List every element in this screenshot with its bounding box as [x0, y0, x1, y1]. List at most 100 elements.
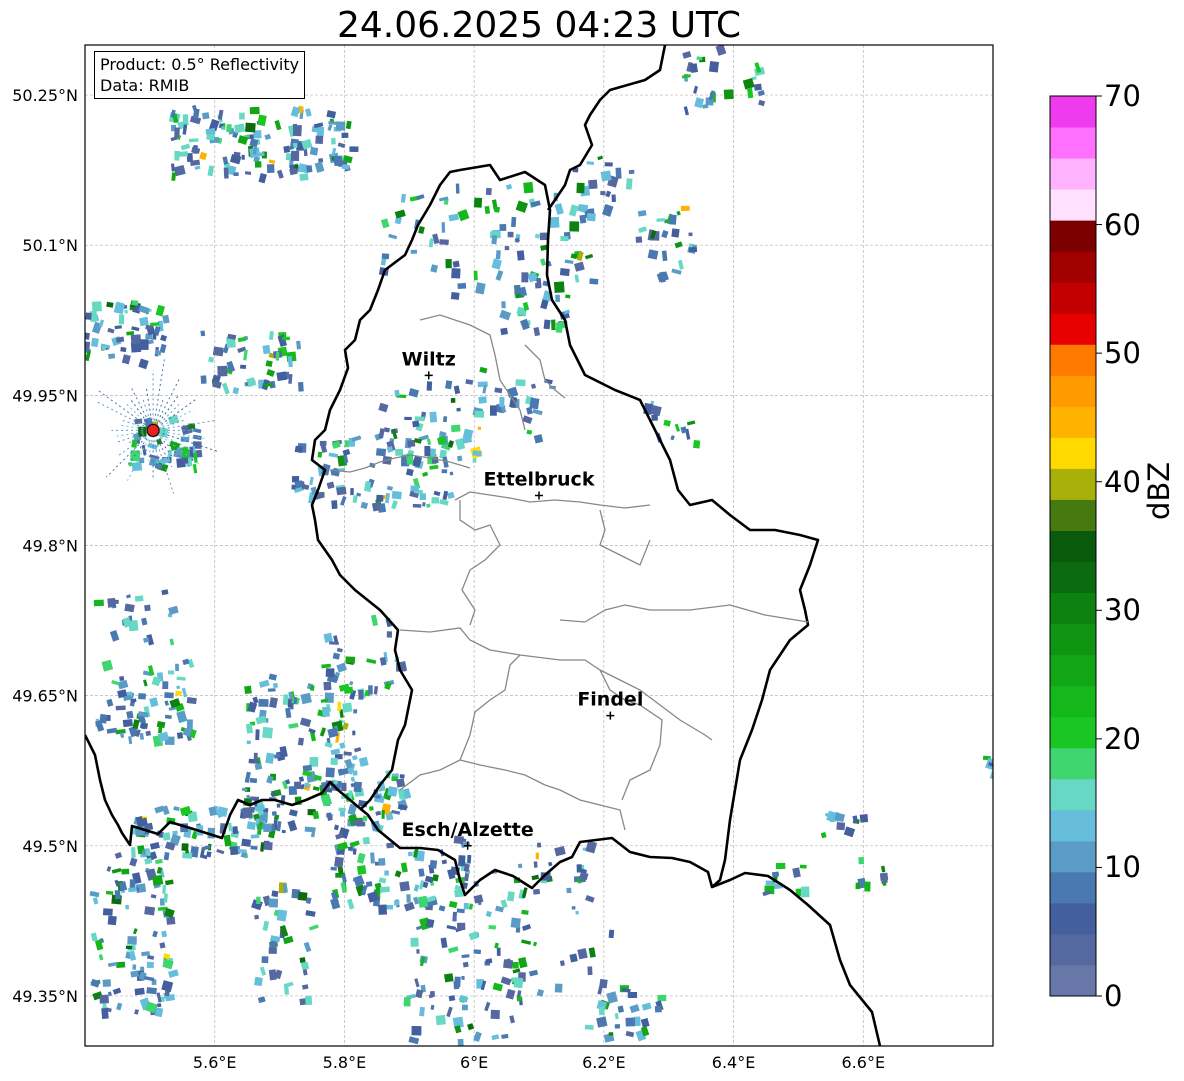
- colorbar-segment: [1050, 189, 1096, 221]
- echo-cell: [775, 862, 786, 869]
- echo-cell: [325, 767, 335, 778]
- echo-cell: [107, 597, 116, 608]
- echo-cell: [473, 894, 484, 904]
- echo-cell: [378, 858, 386, 866]
- colorbar-tick-label: 50: [1104, 336, 1141, 371]
- echo-cell: [290, 150, 300, 162]
- echo-cell: [588, 179, 598, 190]
- echo-cell: [475, 282, 486, 295]
- echo-cell: [771, 871, 780, 877]
- radar-map: 5.6°E 5.8°E 6°E 6.2°E 6.4°E 6.6°E 50.25°N 50.1°…: [12, 44, 1102, 1072]
- colorbar-segment: [1050, 344, 1096, 376]
- echo-cell: [324, 741, 333, 749]
- echo-cell: [263, 823, 272, 832]
- echo-cell: [262, 344, 271, 355]
- echo-cell: [490, 1009, 500, 1020]
- echo-cell: [758, 99, 766, 107]
- echo-cell: [222, 156, 229, 165]
- echo-cell: [373, 685, 379, 695]
- echo-cell: [429, 464, 439, 470]
- echo-cell: [412, 420, 420, 428]
- echo-cell: [576, 864, 582, 873]
- echo-cell: [312, 786, 320, 792]
- echo-cell: [147, 339, 154, 345]
- echo-cell: [259, 966, 267, 976]
- echo-cell: [453, 385, 461, 395]
- echo-cell: [491, 235, 498, 245]
- echo-cell: [554, 983, 563, 993]
- echo-cell: [223, 167, 229, 179]
- echo-cell: [262, 726, 273, 739]
- echo-cell: [131, 300, 139, 306]
- echo-cell: [282, 336, 290, 341]
- echo-cell: [253, 752, 258, 764]
- echo-cell: [473, 1031, 482, 1043]
- axis-ticks: 5.6°E 5.8°E 6°E 6.2°E 6.4°E 6.6°E 50.25°N 50.1°…: [12, 86, 885, 1072]
- echo-cell: [494, 206, 501, 213]
- echo-cell: [512, 962, 519, 969]
- echo-cell: [881, 865, 886, 873]
- echo-cell: [329, 641, 339, 645]
- echo-cell: [276, 371, 288, 382]
- colorbar-segment: [1050, 871, 1096, 904]
- echo-cell: [161, 980, 174, 992]
- echo-cell: [125, 945, 133, 950]
- echo-cell: [261, 956, 269, 964]
- colorbar-tick-label: 10: [1104, 850, 1141, 885]
- echo-cell: [254, 914, 260, 920]
- echo-cell: [341, 874, 347, 883]
- colorbar-tick-label: 40: [1104, 464, 1141, 499]
- echo-cell: [534, 233, 541, 239]
- echo-cell: [723, 89, 734, 100]
- echo-cell: [386, 485, 393, 491]
- echo-cell: [344, 440, 350, 448]
- colorbar-tick-label: 20: [1104, 721, 1141, 756]
- echo-cell: [484, 1001, 491, 1012]
- echo-cell: [93, 599, 104, 607]
- echo-cell: [282, 935, 294, 945]
- echo-cell: [262, 920, 270, 931]
- product-info-box: Product: 0.5° Reflectivity Data: RMIB: [94, 51, 306, 99]
- echo-cell: [128, 950, 137, 961]
- echo-cell: [843, 826, 856, 838]
- echo-cell: [864, 881, 871, 892]
- echo-cell: [425, 918, 435, 928]
- echo-cell: [439, 239, 449, 246]
- echo-cell: [682, 51, 692, 59]
- echo-cell: [855, 882, 860, 890]
- echo-cell: [404, 416, 412, 420]
- echo-cell: [416, 949, 420, 954]
- echo-cell: [164, 692, 174, 699]
- echo-cell: [175, 690, 183, 696]
- echo-cell: [116, 1002, 123, 1011]
- echo-cell: [693, 85, 699, 94]
- lat-tick-label: 50.1°N: [22, 236, 78, 255]
- echo-cell: [421, 471, 429, 477]
- echo-cell: [614, 1024, 621, 1029]
- echo-cell: [625, 1030, 635, 1038]
- colorbar-segment: [1050, 747, 1096, 780]
- echo-cell: [410, 937, 419, 947]
- echo-cell: [114, 325, 122, 330]
- echo-cell: [549, 216, 560, 228]
- echo-cell: [167, 414, 180, 425]
- echo-cell: [533, 327, 541, 337]
- echo-cell: [101, 1007, 109, 1020]
- echo-cell: [293, 124, 297, 134]
- echo-cell: [647, 249, 659, 260]
- echo-cell: [168, 969, 179, 978]
- echo-cell: [450, 292, 460, 300]
- echo-cell: [491, 258, 502, 270]
- echo-cell: [345, 120, 352, 130]
- echo-cell: [586, 213, 596, 222]
- echo-cell: [271, 890, 279, 898]
- echo-cell: [139, 339, 149, 350]
- echo-cell: [92, 897, 99, 905]
- echo-cell: [130, 334, 142, 345]
- echo-cell: [637, 210, 647, 217]
- echo-cell: [676, 210, 681, 216]
- echo-cell: [554, 845, 566, 857]
- echo-cell: [161, 589, 169, 596]
- echo-cell: [446, 1006, 453, 1018]
- echo-cell: [276, 169, 284, 179]
